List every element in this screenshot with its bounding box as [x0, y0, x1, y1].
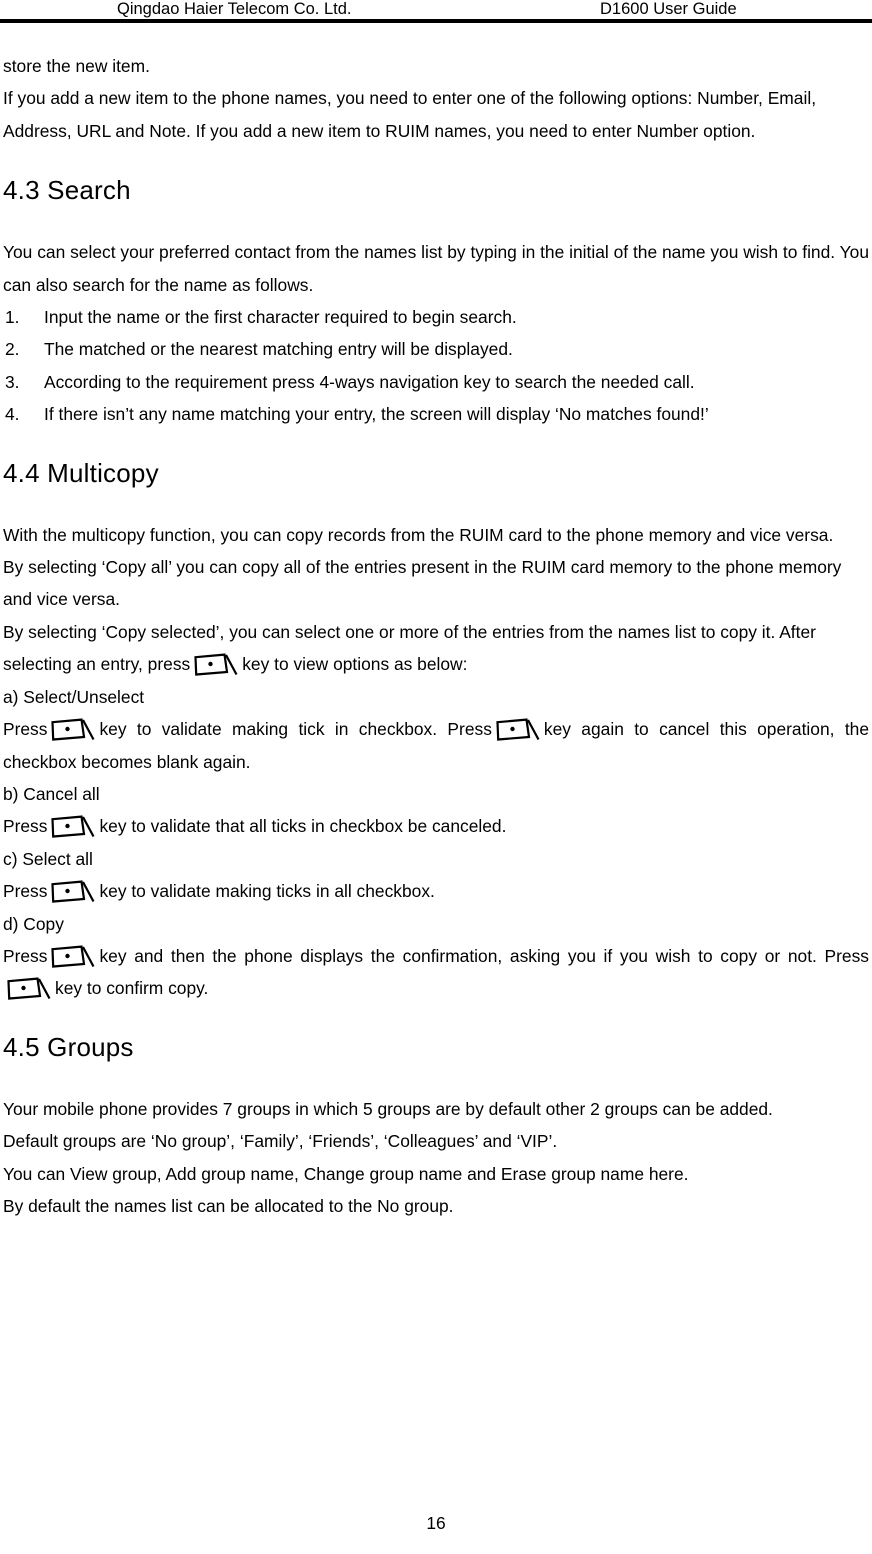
paragraph-copy-all: By selecting ‘Copy all’ you can copy all… [3, 557, 842, 610]
keycap-dot-icon [6, 977, 52, 1002]
section-heading-block-multicopy: 4.4 Multicopy [3, 431, 869, 519]
search-steps-list: 1. Input the name or the first character… [3, 301, 869, 431]
option-b-description: Press key to validate that all ticks in … [3, 810, 869, 842]
keycap-dot-icon [50, 718, 96, 743]
list-item-number: 4. [5, 404, 20, 425]
heading-4-5-groups: 4.5 Groups [3, 1031, 134, 1062]
option-a-description: Press key to validate making tick in che… [3, 713, 869, 778]
list-item: 1. Input the name or the first character… [3, 301, 869, 333]
option-c-text-part-1: Press [3, 881, 48, 902]
paragraph-search-intro: You can select your preferred contact fr… [3, 242, 869, 295]
section-heading-block-groups: 4.5 Groups [3, 1005, 869, 1093]
option-c-text-part-2: key to validate making ticks in all chec… [99, 881, 435, 902]
paragraph-groups-count: Your mobile phone provides 7 groups in w… [3, 1098, 773, 1119]
list-item: 4. If there isn’t any name matching your… [3, 398, 869, 430]
page-footer: 16 [0, 1513, 872, 1534]
header-company-name: Qingdao Haier Telecom Co. Ltd. [117, 0, 352, 18]
option-d-text-part-1: Press [3, 945, 48, 966]
list-item-number: 1. [5, 307, 20, 328]
header-document-title: D1600 User Guide [600, 0, 737, 18]
header-divider-rule [0, 19, 872, 23]
list-item: 3. According to the requirement press 4-… [3, 366, 869, 398]
paragraph-copy-selected: By selecting ‘Copy selected’, you can se… [3, 616, 869, 681]
page-number: 16 [426, 1513, 446, 1533]
paragraph-copy-selected-text-part-2: key to view options as below: [242, 654, 468, 675]
option-c-label: c) Select all [3, 848, 93, 869]
keycap-dot-icon [495, 718, 541, 743]
list-item: 2. The matched or the nearest matching e… [3, 333, 869, 365]
list-item-label: Input the name or the first character re… [44, 307, 517, 328]
paragraph-group-actions: You can View group, Add group name, Chan… [3, 1163, 689, 1184]
list-item-label: If there isn’t any name matching your en… [44, 404, 709, 425]
option-d-label: d) Copy [3, 913, 64, 934]
option-c-description: Press key to validate making ticks in al… [3, 875, 869, 907]
keycap-dot-icon [193, 653, 239, 678]
list-item-label: The matched or the nearest matching entr… [44, 339, 513, 360]
option-a-label: a) Select/Unselect [3, 686, 145, 707]
paragraph-default-allocation: By default the names list can be allocat… [3, 1195, 454, 1216]
option-a-text-part-1: Press [3, 719, 48, 740]
list-item-number: 2. [5, 339, 20, 360]
section-heading-block-search: 4.3 Search [3, 147, 869, 236]
option-d-description: Press key and then the phone displays th… [3, 940, 869, 1005]
option-d-text-part-2: key and then the phone displays the conf… [99, 945, 869, 966]
option-b-label: b) Cancel all [3, 783, 100, 804]
option-b-text-part-2: key to validate that all ticks in checkb… [99, 816, 507, 837]
paragraph-multicopy-intro: With the multicopy function, you can cop… [3, 524, 834, 545]
heading-4-3-search: 4.3 Search [3, 175, 131, 206]
paragraph-store-new-item: store the new item. [3, 56, 150, 76]
option-d-text-part-3: key to confirm copy. [55, 978, 209, 999]
list-item-number: 3. [5, 371, 20, 392]
paragraph-default-groups: Default groups are ‘No group’, ‘Family’,… [3, 1131, 558, 1152]
keycap-dot-icon [50, 815, 96, 840]
option-a-text-part-2: key to validate making tick in checkbox.… [99, 719, 492, 740]
list-item-label: According to the requirement press 4-way… [44, 371, 695, 392]
page-content: store the new item. If you add a new ite… [3, 50, 869, 1222]
keycap-dot-icon [50, 945, 96, 970]
keycap-dot-icon [50, 880, 96, 905]
heading-4-4-multicopy: 4.4 Multicopy [3, 457, 159, 488]
paragraph-add-new-item-options: If you add a new item to the phone names… [3, 88, 817, 141]
option-b-text-part-1: Press [3, 816, 48, 837]
